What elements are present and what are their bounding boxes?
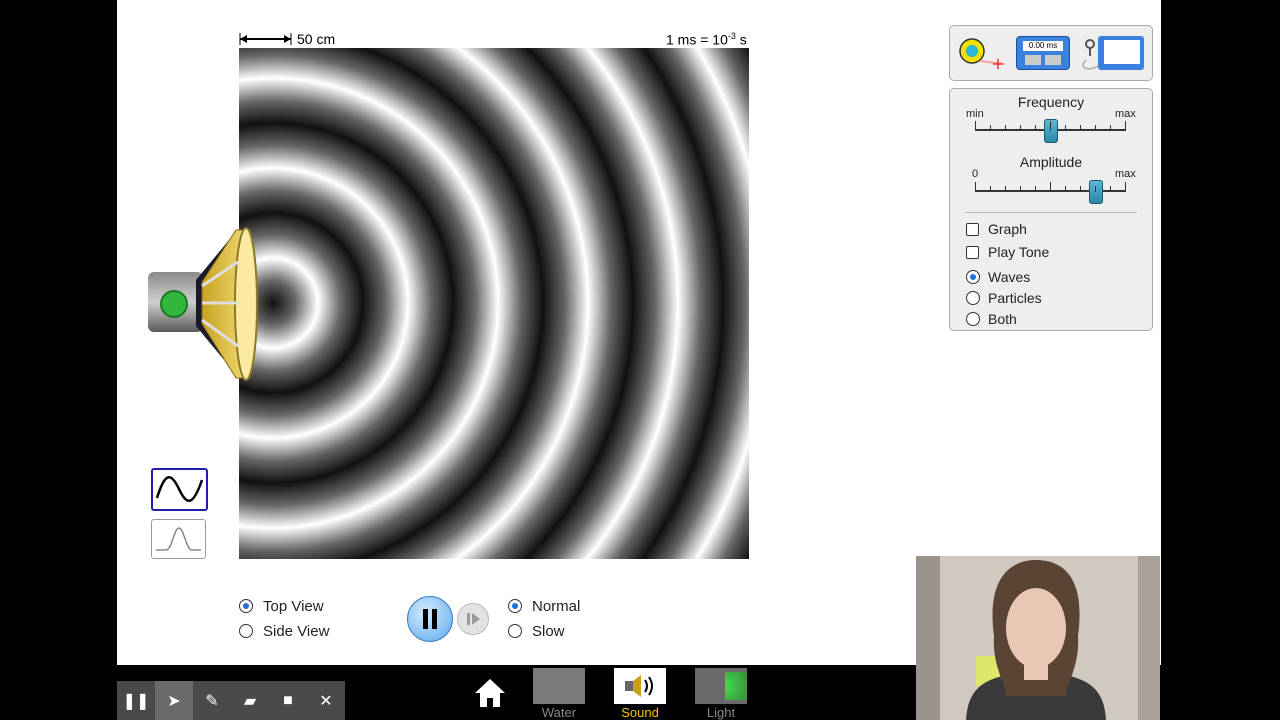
nav-tab-water[interactable]: Water	[533, 668, 585, 720]
nav-tab-sound[interactable]: Sound	[614, 668, 666, 720]
graph-checkbox[interactable]	[966, 223, 979, 236]
frequency-min-label: min	[966, 108, 984, 120]
slider-tick	[1065, 186, 1066, 192]
camera-icon: ■	[283, 691, 293, 709]
frequency-slider-thumb[interactable]	[1044, 119, 1058, 143]
distance-scale-label: 50 cm	[297, 31, 336, 47]
pause-icon: ❚❚	[122, 692, 150, 710]
water-faucet-icon	[533, 668, 585, 704]
nav-light-label: Light	[706, 705, 736, 720]
stopwatch-tool[interactable]: 0.00 ms	[1016, 36, 1070, 70]
slow-speed-radio[interactable]	[508, 624, 522, 638]
pulse-wave-button[interactable]	[151, 519, 206, 559]
annotation-toolbar: ❚❚ ➤ ✎ ▰ ■ ✕	[117, 681, 345, 720]
pause-recording-button[interactable]: ❚❚	[117, 681, 155, 720]
slider-tick	[1020, 125, 1021, 131]
nav-sound-label: Sound	[621, 705, 659, 720]
step-forward-icon	[467, 613, 480, 625]
time-scale-label: 1 ms = 10-3 s	[666, 31, 747, 48]
slow-speed-label: Slow	[532, 623, 565, 640]
slider-tick	[1005, 125, 1006, 131]
step-button[interactable]	[457, 603, 489, 635]
amplitude-max-label: max	[1115, 168, 1136, 180]
wave-detector-icon[interactable]	[1078, 34, 1146, 74]
speaker-icon	[148, 227, 258, 381]
nav-water-label: Water	[541, 705, 577, 720]
stopwatch-reset-icon	[1025, 55, 1041, 65]
slider-tick	[1125, 182, 1126, 192]
play-tone-checkbox[interactable]	[966, 246, 979, 259]
sine-wave-button[interactable]	[151, 468, 208, 511]
normal-speed-radio[interactable]	[508, 599, 522, 613]
slider-tick	[1035, 125, 1036, 131]
speaker-tab-icon	[614, 668, 666, 704]
slider-tick	[1110, 125, 1111, 131]
slider-tick	[1095, 125, 1096, 131]
both-label: Both	[988, 311, 1017, 327]
graph-label: Graph	[988, 221, 1027, 237]
waves-radio[interactable]	[966, 270, 980, 284]
top-view-radio[interactable]	[239, 599, 253, 613]
slider-tick	[1035, 186, 1036, 192]
webcam-video	[916, 556, 1160, 720]
frequency-max-label: max	[1115, 108, 1136, 120]
camera-button[interactable]: ■	[269, 681, 307, 720]
slider-tick	[1110, 186, 1111, 192]
home-icon[interactable]	[473, 677, 507, 709]
stopwatch-play-icon	[1045, 55, 1061, 65]
tool-box: 0.00 ms	[949, 25, 1153, 81]
divider	[965, 212, 1137, 213]
slider-tick	[990, 125, 991, 131]
stopwatch-display: 0.00 ms	[1023, 41, 1063, 51]
highlighter-icon: ▰	[243, 692, 257, 710]
highlighter-button[interactable]: ▰	[231, 681, 269, 720]
pen-button[interactable]: ✎	[193, 681, 231, 720]
slider-tick	[1080, 186, 1081, 192]
side-view-label: Side View	[263, 623, 330, 640]
slider-tick	[1020, 186, 1021, 192]
both-radio[interactable]	[966, 312, 980, 326]
slider-tick	[1050, 121, 1051, 131]
pause-button[interactable]	[407, 596, 453, 642]
slider-tick	[1050, 182, 1051, 192]
top-view-label: Top View	[263, 598, 324, 615]
nav-tab-light[interactable]: Light	[695, 668, 747, 720]
slider-tick	[1080, 125, 1081, 131]
control-panel: Frequency min max Amplitude 0 max Graph …	[949, 88, 1153, 331]
slider-tick	[1095, 186, 1096, 192]
slider-tick	[1125, 121, 1126, 131]
slider-tick	[975, 182, 976, 192]
measuring-tape-icon[interactable]	[958, 34, 1006, 72]
pulse-wave-icon	[156, 527, 201, 551]
laser-icon	[695, 668, 747, 704]
cursor-icon: ➤	[167, 692, 181, 710]
slider-tick	[975, 121, 976, 131]
waves-label: Waves	[988, 269, 1031, 285]
close-toolbar-button[interactable]: ✕	[307, 681, 345, 720]
presenter-image	[916, 556, 1160, 720]
normal-speed-label: Normal	[532, 598, 581, 615]
amplitude-min-label: 0	[972, 168, 979, 180]
pointer-button[interactable]: ➤	[155, 681, 193, 720]
particles-radio[interactable]	[966, 291, 980, 305]
slider-tick	[1065, 125, 1066, 131]
pen-icon: ✎	[205, 692, 219, 710]
amplitude-slider-thumb[interactable]	[1089, 180, 1103, 204]
play-tone-label: Play Tone	[988, 244, 1050, 260]
close-icon: ✕	[319, 692, 333, 710]
wave-area	[239, 48, 749, 559]
slider-tick	[990, 186, 991, 192]
distance-scale-arrow	[239, 33, 292, 45]
side-view-radio[interactable]	[239, 624, 253, 638]
sine-wave-icon	[155, 476, 204, 502]
slider-tick	[1005, 186, 1006, 192]
pause-icon	[423, 609, 437, 629]
particles-label: Particles	[988, 290, 1042, 306]
